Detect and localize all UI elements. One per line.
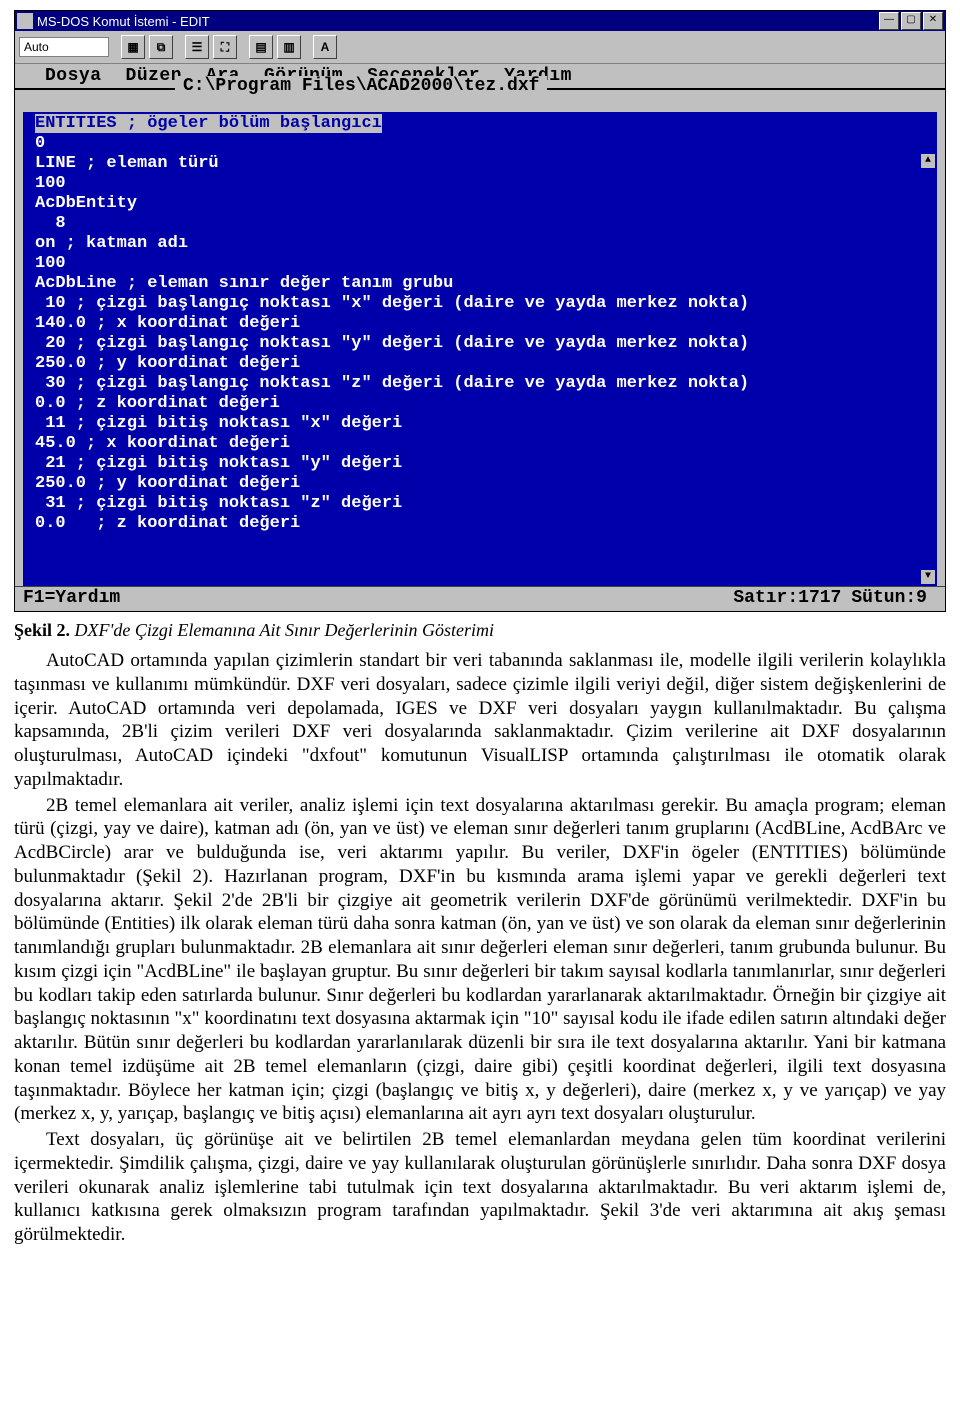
paragraph-3: Text dosyaları, üç görünüşe ait ve belir…	[14, 1128, 946, 1247]
fullscreen-tool-icon[interactable]: ⛶	[213, 35, 237, 59]
msdos-icon	[17, 13, 33, 29]
figure-caption: Şekil 2. DXF'de Çizgi Elemanına Ait Sını…	[14, 620, 946, 641]
editor-scrollbar[interactable]: ▲ ▼	[921, 114, 935, 584]
dxf-line: 100	[35, 174, 66, 193]
dxf-line: 30 ; çizgi başlangıç noktası "z" değeri …	[35, 374, 749, 393]
dxf-line: 31 ; çizgi bitiş noktası "z" değeri	[35, 494, 402, 513]
dxf-line: AcDbEntity	[35, 194, 137, 213]
window-titlebar: MS-DOS Komut İstemi - EDIT — ▢ ✕	[15, 11, 945, 31]
properties-tool-icon[interactable]: ▤	[249, 35, 273, 59]
dxf-line: 0	[35, 134, 45, 153]
editor-statusbar: F1=Yardım Satır:1717 Sütun:9	[15, 586, 945, 611]
dxf-line: 250.0 ; y koordinat değeri	[35, 354, 300, 373]
copy-tool-icon[interactable]: ⧉	[149, 35, 173, 59]
dxf-line: 250.0 ; y koordinat değeri	[35, 474, 300, 493]
font-a-icon[interactable]: A	[313, 35, 337, 59]
dxf-line: 8	[35, 214, 66, 233]
dxf-line: 10 ; çizgi başlangıç noktası "x" değeri …	[35, 294, 749, 313]
scroll-down-icon[interactable]: ▼	[921, 570, 935, 584]
maximize-button[interactable]: ▢	[901, 12, 921, 30]
dxf-line: on ; katman adı	[35, 234, 188, 253]
status-line: Satır:1717	[733, 588, 841, 608]
dos-path-bar: C:\Program Files\ACAD2000\tez.dxf	[15, 88, 945, 112]
font-size-select[interactable]: Auto	[19, 37, 109, 57]
paragraph-1: AutoCAD ortamında yapılan çizimlerin sta…	[14, 649, 946, 792]
status-col: Sütun:9	[851, 588, 927, 608]
article-body: AutoCAD ortamında yapılan çizimlerin sta…	[0, 649, 960, 1267]
background-tool-icon[interactable]: ▥	[277, 35, 301, 59]
close-button[interactable]: ✕	[923, 12, 943, 30]
dos-window: MS-DOS Komut İstemi - EDIT — ▢ ✕ Auto ▦ …	[14, 10, 946, 612]
paste-tool-icon[interactable]: ☰	[185, 35, 209, 59]
paragraph-2: 2B temel elemanlara ait veriler, analiz …	[14, 794, 946, 1127]
menu-dosya[interactable]: Dosya	[45, 66, 102, 86]
menu-duzen[interactable]: Düzen	[126, 66, 183, 86]
dxf-line: 11 ; çizgi bitiş noktası "x" değeri	[35, 414, 402, 433]
dxf-line: AcDbLine ; eleman sınır değer tanım grub…	[35, 274, 453, 293]
file-path: C:\Program Files\ACAD2000\tez.dxf	[175, 76, 547, 96]
dxf-line: 21 ; çizgi bitiş noktası "y" değeri	[35, 454, 402, 473]
minimize-button[interactable]: —	[879, 12, 899, 30]
dxf-line: 100	[35, 254, 66, 273]
window-toolbar: Auto ▦ ⧉ ☰ ⛶ ▤ ▥ A	[15, 31, 945, 64]
figure-caption-text: DXF'de Çizgi Elemanına Ait Sınır Değerle…	[70, 620, 494, 640]
dxf-line: 0.0 ; z koordinat değeri	[35, 394, 280, 413]
dxf-line: 0.0 ; z koordinat değeri	[35, 514, 300, 533]
dxf-line: 20 ; çizgi başlangıç noktası "y" değeri …	[35, 334, 749, 353]
dxf-line: 140.0 ; x koordinat değeri	[35, 314, 300, 333]
dxf-line: LINE ; eleman türü	[35, 154, 219, 173]
figure-caption-label: Şekil 2.	[14, 620, 70, 640]
scroll-up-icon[interactable]: ▲	[921, 154, 935, 168]
window-title: MS-DOS Komut İstemi - EDIT	[37, 14, 210, 29]
dxf-line: 45.0 ; x koordinat değeri	[35, 434, 290, 453]
mark-tool-icon[interactable]: ▦	[121, 35, 145, 59]
dos-edit-area: Dosya Düzen Ara Görünüm Seçenekler Yardı…	[15, 64, 945, 611]
editor-content[interactable]: ENTITIES ; ögeler bölüm başlangıcı 0 LIN…	[15, 112, 945, 586]
status-help: F1=Yardım	[23, 588, 120, 608]
editor-selection: ENTITIES ; ögeler bölüm başlangıcı	[35, 114, 382, 133]
